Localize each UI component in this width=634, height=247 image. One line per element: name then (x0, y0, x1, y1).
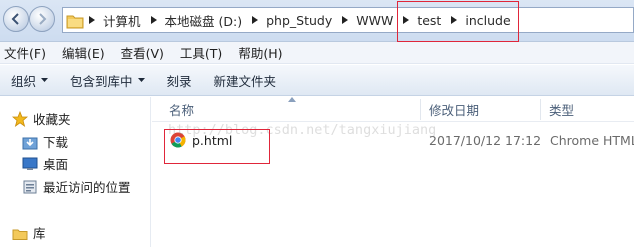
nav-item-desktop-label: 桌面 (43, 157, 69, 172)
nav-item-recent-places[interactable]: 最近访问的位置 (22, 177, 131, 196)
menu-file[interactable]: 文件(F) (0, 43, 52, 62)
breadcrumb-local-disk[interactable]: 本地磁盘 (D:) (161, 11, 249, 30)
arrow-right-icon (39, 13, 47, 25)
nav-item-recent-places-label: 最近访问的位置 (43, 180, 131, 195)
menu-bar: 文件(F) 编辑(E) 查看(V) 工具(T) 帮助(H) (0, 42, 634, 64)
file-name-label: p.html (192, 132, 233, 148)
menu-edit[interactable]: 编辑(E) (58, 43, 111, 62)
file-row[interactable]: p.html 2017/10/12 17:12 Chrome HTML (152, 129, 634, 151)
chevron-right-icon[interactable] (399, 8, 413, 32)
column-header-date-modified[interactable]: 修改日期 (429, 97, 479, 122)
burn-button[interactable]: 刻录 (156, 69, 203, 91)
column-header-name[interactable]: 名称 (169, 97, 194, 122)
breadcrumb-www[interactable]: WWW (352, 13, 399, 28)
breadcrumb-test[interactable]: test (413, 13, 447, 28)
arrow-left-icon (11, 13, 19, 25)
include-in-library-label: 包含到库中 (70, 73, 133, 89)
menu-tools[interactable]: 工具(T) (176, 43, 228, 62)
nav-libraries[interactable]: 库 (12, 223, 46, 242)
downloads-folder-icon (22, 134, 38, 150)
new-folder-label: 新建文件夹 (213, 73, 277, 89)
recent-places-icon (22, 179, 38, 195)
desktop-icon (22, 156, 38, 172)
sort-ascending-icon (288, 97, 296, 102)
include-in-library-button[interactable]: 包含到库中 (59, 69, 156, 91)
nav-item-downloads-label: 下载 (43, 135, 69, 150)
chevron-right-icon[interactable] (338, 8, 352, 32)
new-folder-button[interactable]: 新建文件夹 (203, 69, 288, 91)
column-header-type[interactable]: 类型 (549, 97, 574, 122)
chevron-right-icon[interactable] (248, 8, 262, 32)
nav-item-downloads[interactable]: 下载 (22, 132, 68, 151)
dropdown-arrow-icon (41, 78, 49, 82)
nav-favorites[interactable]: 收藏夹 (12, 109, 71, 128)
file-list: 名称 修改日期 类型 p.html 2017/10/12 17:12 Chrom… (152, 97, 634, 247)
breadcrumb-computer[interactable]: 计算机 (99, 11, 147, 30)
navigation-pane: 收藏夹 下载 桌面 最近访问的位置 库 (0, 97, 151, 247)
address-bar-row: 计算机 本地磁盘 (D:) php_Study WWW test include (0, 0, 634, 42)
breadcrumb-include[interactable]: include (461, 13, 516, 28)
chrome-icon (170, 132, 186, 148)
command-bar: 组织 包含到库中 刻录 新建文件夹 (0, 65, 634, 96)
organize-button[interactable]: 组织 (0, 69, 59, 91)
menu-view[interactable]: 查看(V) (117, 43, 170, 62)
chevron-right-icon[interactable] (85, 8, 99, 32)
column-divider[interactable] (420, 99, 421, 120)
nav-item-desktop[interactable]: 桌面 (22, 154, 68, 173)
column-divider[interactable] (540, 99, 541, 120)
breadcrumb-php-study[interactable]: php_Study (262, 13, 338, 28)
organize-label: 组织 (11, 73, 37, 89)
file-date-cell: 2017/10/12 17:12 (429, 132, 542, 148)
nav-libraries-label: 库 (33, 226, 46, 241)
file-name-cell[interactable]: p.html (170, 129, 232, 151)
column-header-row: 名称 修改日期 类型 (152, 97, 634, 122)
folder-icon (66, 15, 84, 29)
dropdown-arrow-icon (137, 78, 145, 82)
chevron-right-icon[interactable] (447, 8, 461, 32)
breadcrumb: 计算机 本地磁盘 (D:) php_Study WWW test include (85, 8, 517, 32)
star-icon (12, 110, 28, 127)
address-box[interactable]: 计算机 本地磁盘 (D:) php_Study WWW test include (62, 7, 634, 33)
nav-favorites-label: 收藏夹 (33, 112, 71, 127)
burn-label: 刻录 (166, 73, 192, 89)
menu-help[interactable]: 帮助(H) (234, 43, 288, 62)
file-type-cell: Chrome HTML (550, 132, 634, 148)
chevron-right-icon[interactable] (147, 8, 161, 32)
forward-button[interactable] (29, 6, 55, 32)
library-icon (12, 225, 28, 241)
back-button[interactable] (3, 6, 29, 32)
